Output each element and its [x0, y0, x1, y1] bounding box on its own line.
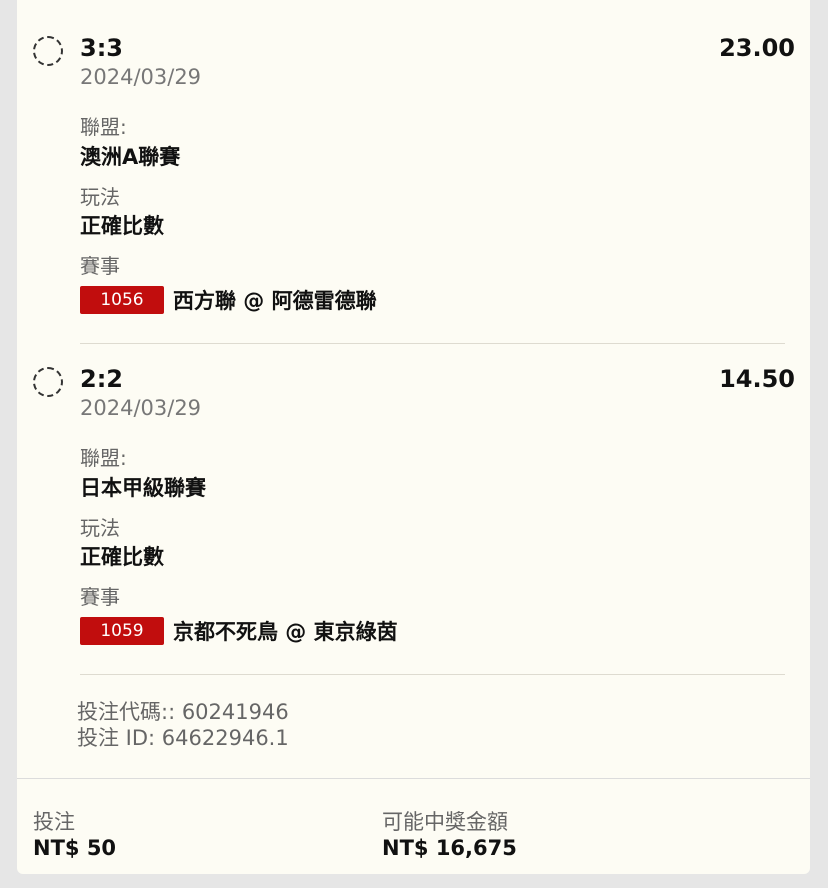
potential-payout-label: 可能中獎金額: [382, 810, 508, 834]
potential-payout-value: NT$ 16,675: [382, 836, 517, 860]
league-name: 日本甲級聯賽: [80, 476, 206, 500]
footer-divider: [17, 778, 810, 779]
event-label: 賽事: [80, 585, 120, 609]
market-label: 玩法: [80, 516, 120, 540]
event-id-badge: 1059: [80, 617, 164, 645]
bet-code: 投注代碼:: 60241946: [77, 700, 289, 724]
match-name: 西方聯 @ 阿德雷德聯: [173, 289, 377, 313]
market-name: 正確比數: [80, 214, 164, 238]
market-label: 玩法: [80, 185, 120, 209]
bet-id: 投注 ID: 64622946.1: [77, 726, 289, 750]
league-name: 澳洲A聯賽: [80, 145, 181, 169]
divider: [80, 343, 785, 344]
selection-odds: 23.00: [719, 34, 795, 62]
pending-status-icon: [33, 367, 63, 397]
league-label: 聯盟:: [80, 446, 127, 470]
market-name: 正確比數: [80, 545, 164, 569]
selection-odds: 14.50: [719, 365, 795, 393]
selection-score: 3:3: [80, 34, 123, 62]
event-id-badge: 1056: [80, 286, 164, 314]
match-name: 京都不死鳥 @ 東京綠茵: [173, 620, 398, 644]
selection-score: 2:2: [80, 365, 123, 393]
bet-slip-card: 3:3 23.00 2024/03/29 聯盟: 澳洲A聯賽 玩法 正確比數 賽…: [17, 0, 810, 874]
stake-label: 投注: [33, 810, 75, 834]
event-date: 2024/03/29: [80, 65, 202, 89]
pending-status-icon: [33, 36, 63, 66]
stake-value: NT$ 50: [33, 836, 117, 860]
event-label: 賽事: [80, 254, 120, 278]
event-row: 1056 西方聯 @ 阿德雷德聯: [80, 285, 377, 315]
event-date: 2024/03/29: [80, 396, 202, 420]
divider: [80, 674, 785, 675]
league-label: 聯盟:: [80, 115, 127, 139]
event-row: 1059 京都不死鳥 @ 東京綠茵: [80, 616, 398, 646]
